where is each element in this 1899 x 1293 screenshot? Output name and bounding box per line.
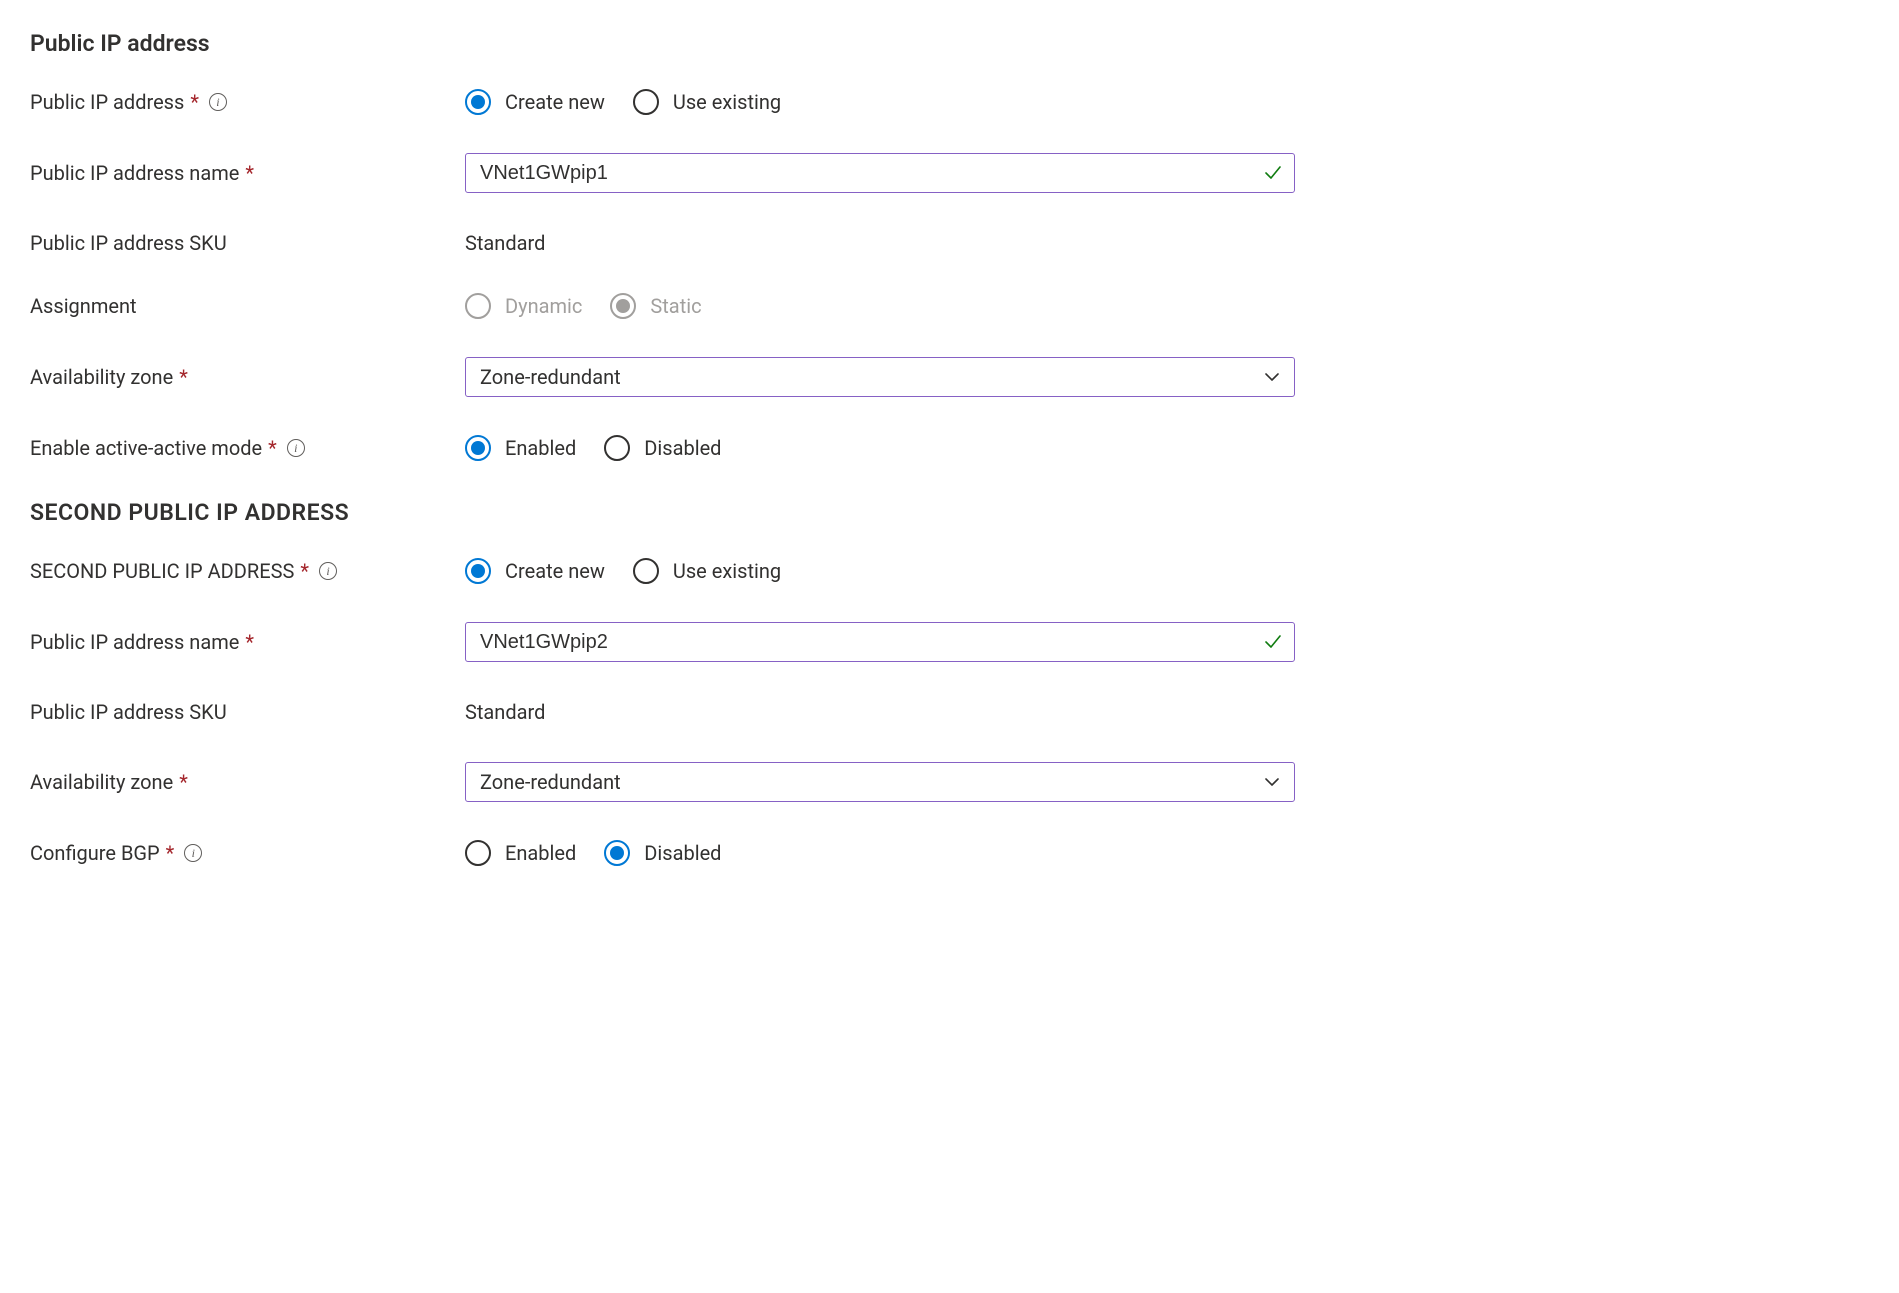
radio-label-static: Static [650, 294, 701, 318]
radio-button-icon [633, 558, 659, 584]
info-icon[interactable]: i [184, 844, 202, 862]
section-header-public-ip: Public IP address [30, 30, 1869, 57]
radio-button-icon [465, 89, 491, 115]
row-second-public-ip: SECOND PUBLIC IP ADDRESS * i Create new … [30, 558, 1869, 584]
radio-label-dynamic: Dynamic [505, 294, 582, 318]
radio-button-icon [465, 293, 491, 319]
required-asterisk-icon: * [179, 770, 188, 794]
required-asterisk-icon: * [190, 90, 199, 114]
required-asterisk-icon: * [179, 365, 188, 389]
radio-label-active-enabled: Enabled [505, 436, 576, 460]
label-public-ip-name: Public IP address name [30, 161, 239, 185]
label-second-public-ip: SECOND PUBLIC IP ADDRESS [30, 559, 294, 583]
row-second-public-ip-sku: Public IP address SKU Standard [30, 700, 1869, 724]
label-assignment: Assignment [30, 294, 137, 318]
radio-bgp-disabled[interactable]: Disabled [604, 840, 721, 866]
radio-button-icon [604, 435, 630, 461]
radio-label-create-new: Create new [505, 90, 605, 114]
value-public-ip-sku: Standard [465, 231, 545, 255]
select-wrap-availability-zone: Zone-redundant [465, 357, 1295, 397]
input-second-public-ip-name[interactable] [465, 622, 1295, 662]
radio-label-active-disabled: Disabled [644, 436, 721, 460]
input-wrap-second-public-ip-name [465, 622, 1295, 662]
required-asterisk-icon: * [245, 161, 254, 185]
radio-label-second-create-new: Create new [505, 559, 605, 583]
radio-button-icon [604, 840, 630, 866]
radio-create-new[interactable]: Create new [465, 89, 605, 115]
row-active-active: Enable active-active mode * i Enabled Di… [30, 435, 1869, 461]
radio-dynamic: Dynamic [465, 293, 582, 319]
required-asterisk-icon: * [245, 630, 254, 654]
radio-button-icon [465, 558, 491, 584]
info-icon[interactable]: i [319, 562, 337, 580]
radio-second-create-new[interactable]: Create new [465, 558, 605, 584]
radio-button-icon [465, 840, 491, 866]
radio-use-existing[interactable]: Use existing [633, 89, 781, 115]
radio-label-bgp-enabled: Enabled [505, 841, 576, 865]
radio-label-bgp-disabled: Disabled [644, 841, 721, 865]
label-configure-bgp: Configure BGP [30, 841, 160, 865]
form-container: Public IP address Public IP address * i … [30, 30, 1869, 866]
select-wrap-second-availability-zone: Zone-redundant [465, 762, 1295, 802]
required-asterisk-icon: * [300, 559, 309, 583]
value-second-public-ip-sku: Standard [465, 700, 545, 724]
label-second-public-ip-name: Public IP address name [30, 630, 239, 654]
input-public-ip-name[interactable] [465, 153, 1295, 193]
radio-button-icon [465, 435, 491, 461]
radio-group-active-active: Enabled Disabled [465, 435, 721, 461]
radio-group-assignment: Dynamic Static [465, 293, 702, 319]
radio-second-use-existing[interactable]: Use existing [633, 558, 781, 584]
radio-label-use-existing: Use existing [673, 90, 781, 114]
row-availability-zone: Availability zone * Zone-redundant [30, 357, 1869, 397]
label-public-ip-sku: Public IP address SKU [30, 231, 227, 255]
radio-label-second-use-existing: Use existing [673, 559, 781, 583]
info-icon[interactable]: i [209, 93, 227, 111]
row-assignment: Assignment Dynamic Static [30, 293, 1869, 319]
row-public-ip: Public IP address * i Create new Use exi… [30, 89, 1869, 115]
select-availability-zone-value: Zone-redundant [480, 365, 621, 389]
label-second-public-ip-sku: Public IP address SKU [30, 700, 227, 724]
radio-static: Static [610, 293, 701, 319]
row-second-public-ip-name: Public IP address name * [30, 622, 1869, 662]
row-public-ip-sku: Public IP address SKU Standard [30, 231, 1869, 255]
section-header-second-public-ip: SECOND PUBLIC IP ADDRESS [30, 499, 1869, 526]
info-icon[interactable]: i [287, 439, 305, 457]
radio-group-second-public-ip: Create new Use existing [465, 558, 781, 584]
input-wrap-public-ip-name [465, 153, 1295, 193]
required-asterisk-icon: * [166, 841, 175, 865]
radio-group-bgp: Enabled Disabled [465, 840, 721, 866]
radio-bgp-enabled[interactable]: Enabled [465, 840, 576, 866]
required-asterisk-icon: * [268, 436, 277, 460]
select-availability-zone[interactable]: Zone-redundant [465, 357, 1295, 397]
radio-button-icon [610, 293, 636, 319]
label-second-availability-zone: Availability zone [30, 770, 173, 794]
select-second-availability-zone[interactable]: Zone-redundant [465, 762, 1295, 802]
label-availability-zone: Availability zone [30, 365, 173, 389]
radio-button-icon [633, 89, 659, 115]
row-configure-bgp: Configure BGP * i Enabled Disabled [30, 840, 1869, 866]
row-public-ip-name: Public IP address name * [30, 153, 1869, 193]
radio-active-disabled[interactable]: Disabled [604, 435, 721, 461]
label-active-active: Enable active-active mode [30, 436, 262, 460]
row-second-availability-zone: Availability zone * Zone-redundant [30, 762, 1869, 802]
label-public-ip: Public IP address [30, 90, 184, 114]
radio-active-enabled[interactable]: Enabled [465, 435, 576, 461]
radio-group-public-ip: Create new Use existing [465, 89, 781, 115]
select-second-availability-zone-value: Zone-redundant [480, 770, 621, 794]
